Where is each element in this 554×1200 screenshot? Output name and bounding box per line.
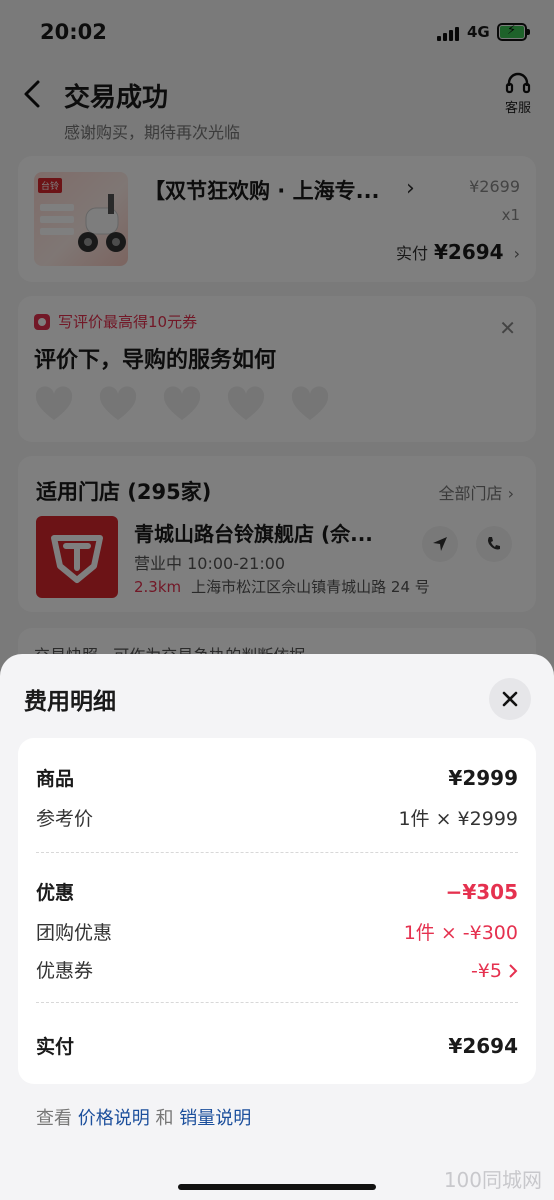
total-label: 实付 bbox=[36, 1036, 75, 1058]
home-indicator[interactable] bbox=[178, 1184, 376, 1190]
close-icon bbox=[502, 691, 518, 707]
price-explanation-link[interactable]: 价格说明 bbox=[78, 1108, 150, 1129]
fee-detail-card: 商品 ¥2999 参考价 1件 × ¥2999 优惠 −¥305 团购优惠 1件… bbox=[18, 738, 536, 1084]
total-row: 实付 ¥2694 bbox=[36, 1032, 518, 1059]
group-discount-label: 团购优惠 bbox=[36, 922, 113, 944]
goods-value: ¥2999 bbox=[448, 766, 518, 790]
discount-row: 优惠 −¥305 bbox=[36, 878, 518, 905]
coupon-row[interactable]: 优惠券 -¥5 bbox=[36, 956, 518, 983]
reference-value: 1件 × ¥2999 bbox=[398, 808, 518, 830]
chevron-right-icon bbox=[509, 964, 518, 978]
sheet-title: 费用明细 bbox=[24, 689, 116, 715]
reference-price-row: 参考价 1件 × ¥2999 bbox=[36, 804, 518, 831]
sheet-footer: 查看 价格说明 和 销量说明 bbox=[36, 1104, 251, 1130]
discount-value: −¥305 bbox=[445, 880, 518, 904]
total-value: ¥2694 bbox=[448, 1034, 518, 1058]
coupon-value: -¥5 bbox=[470, 960, 502, 982]
footer-prefix: 查看 bbox=[36, 1108, 72, 1129]
fee-detail-sheet: 费用明细 商品 ¥2999 参考价 1件 × ¥2999 优惠 −¥305 团购… bbox=[0, 654, 554, 1200]
sales-explanation-link[interactable]: 销量说明 bbox=[179, 1108, 251, 1129]
close-button[interactable] bbox=[489, 678, 531, 720]
watermark: 100同城网 bbox=[443, 1168, 542, 1192]
discount-label: 优惠 bbox=[36, 882, 75, 904]
reference-label: 参考价 bbox=[36, 808, 94, 830]
goods-label: 商品 bbox=[36, 768, 75, 790]
divider bbox=[36, 1002, 518, 1003]
group-discount-row: 团购优惠 1件 × -¥300 bbox=[36, 918, 518, 945]
goods-row: 商品 ¥2999 bbox=[36, 764, 518, 791]
footer-and: 和 bbox=[155, 1108, 174, 1129]
coupon-label: 优惠券 bbox=[36, 960, 94, 982]
group-discount-value: 1件 × -¥300 bbox=[403, 922, 518, 944]
divider bbox=[36, 852, 518, 853]
